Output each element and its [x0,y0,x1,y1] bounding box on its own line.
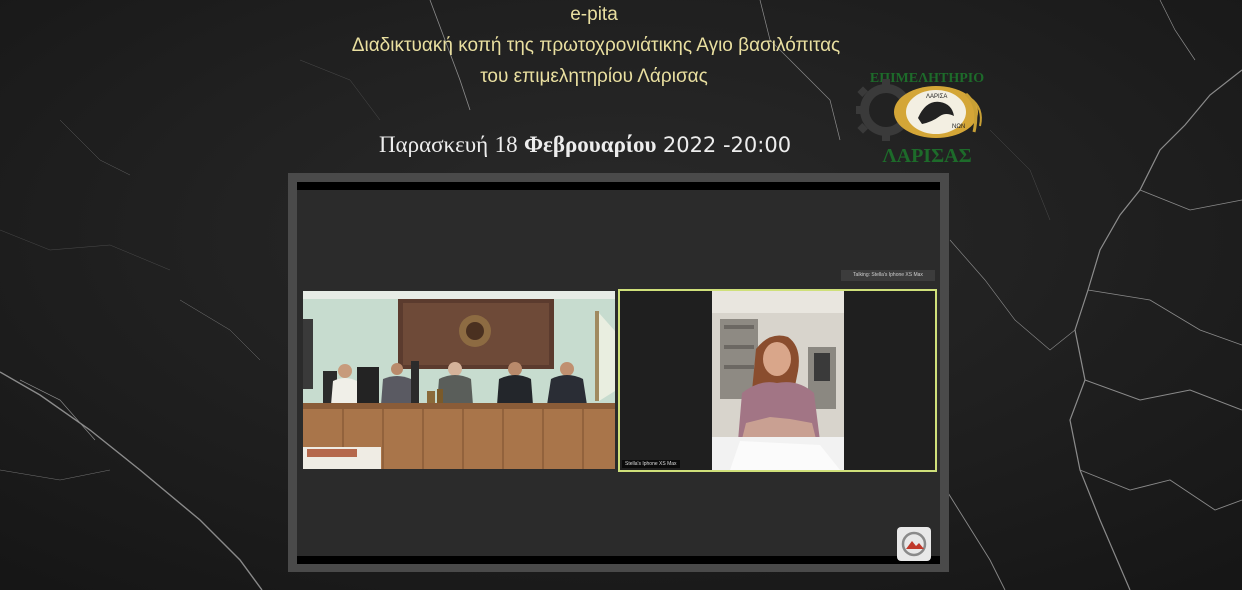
date-month: Φεβρουαρίου [523,132,657,157]
event-organizer: του επιμελητηρίου Λάρισας [480,66,708,87]
video-player[interactable]: Talking: Stella's Iphone XS Max Stella's… [288,173,949,572]
video-viewport[interactable]: Talking: Stella's Iphone XS Max Stella's… [297,182,940,564]
page-title: e-pita [570,4,618,25]
participant-tile-panel [303,291,615,469]
date-year-time: 2022 -20:00 [662,133,792,157]
logo-badge-right: ΝΩΝ [952,124,965,130]
date-day: 18 [494,132,518,157]
speaker-video [620,291,935,470]
chamber-logo: ΕΠΙΜΕΛΗΤΗΡΙΟ ΛΑΡΙΣΑ ΝΩΝ ΛΑΡΙΣΑΣ [856,71,984,167]
pip-glyph [901,531,927,557]
active-speaker-tile: Stella's Iphone XS Max [618,289,937,472]
date-weekday: Παρασκευή [378,132,489,157]
picture-in-picture-icon[interactable] [897,527,931,561]
meeting-recording: Talking: Stella's Iphone XS Max Stella's… [297,190,940,561]
participant-name-label: Stella's Iphone XS Max [622,460,680,468]
event-description: Διαδικτυακή κοπή της πρωτοχρονιάτικης Αγ… [351,35,841,56]
logo-bottom-text: ΛΑΡΙΣΑΣ [882,145,971,167]
talking-indicator: Talking: Stella's Iphone XS Max [841,270,935,281]
conference-room-video [303,291,615,469]
logo-badge-left: ΛΑΡΙΣΑ [926,94,947,100]
